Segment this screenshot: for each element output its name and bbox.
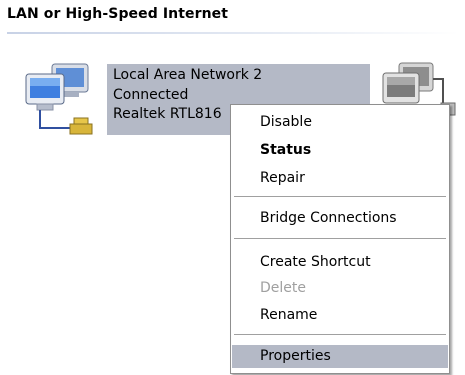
menu-item-properties[interactable]: Properties: [232, 345, 448, 368]
connection-adapter: Realtek RTL816: [113, 106, 222, 122]
network-connection-icon[interactable]: [22, 60, 102, 142]
menu-item-status[interactable]: Status: [232, 139, 448, 162]
connection-status: Connected: [113, 87, 189, 103]
menu-separator: [234, 196, 446, 198]
context-menu: Disable Status Repair Bridge Connections…: [230, 104, 450, 374]
menu-separator: [234, 238, 446, 240]
menu-item-disable[interactable]: Disable: [232, 111, 448, 134]
menu-item-bridge-connections[interactable]: Bridge Connections: [232, 207, 448, 230]
menu-separator: [234, 334, 446, 336]
menu-item-repair[interactable]: Repair: [232, 167, 448, 190]
section-divider: [7, 32, 459, 34]
menu-item-create-shortcut[interactable]: Create Shortcut: [232, 251, 448, 274]
menu-item-delete[interactable]: Delete: [232, 277, 448, 300]
section-header: LAN or High-Speed Internet: [7, 6, 229, 22]
connection-name: Local Area Network 2: [113, 67, 263, 83]
menu-item-rename[interactable]: Rename: [232, 304, 448, 327]
